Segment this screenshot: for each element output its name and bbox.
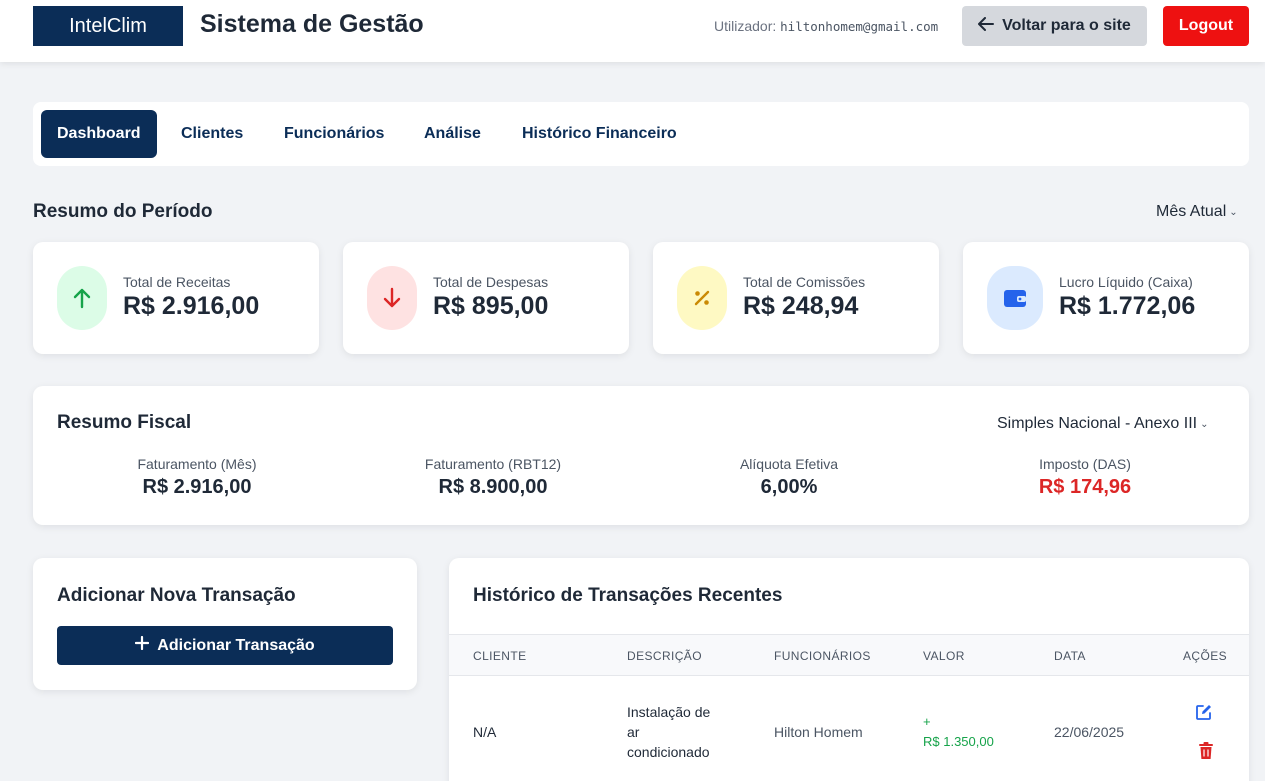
tab-analise[interactable]: Análise [408, 110, 497, 158]
fiscal-summary-title: Resumo Fiscal [57, 412, 192, 433]
fiscal-item: Faturamento (Mês) R$ 2.916,00 [57, 456, 337, 499]
wallet-icon [987, 266, 1043, 330]
arrow-left-icon [978, 16, 995, 36]
user-email: hiltonhomem@gmail.com [780, 19, 939, 34]
fiscal-item: Faturamento (RBT12) R$ 8.900,00 [353, 456, 633, 499]
fiscal-label: Imposto (DAS) [1039, 456, 1131, 472]
plus-icon [135, 635, 150, 655]
cell-cliente: N/A [473, 724, 497, 740]
fiscal-item: Alíquota Efetiva 6,00% [649, 456, 929, 499]
stat-value: R$ 1.772,06 [1059, 292, 1196, 320]
column-header-descricao: DESCRIÇÃO [627, 649, 702, 663]
cell-descricao: Instalação de ar condicionado [627, 702, 737, 762]
tax-regime-value: Simples Nacional - Anexo III [997, 415, 1198, 432]
user-info: Utilizador: hiltonhomem@gmail.com [714, 18, 938, 34]
app-title: Sistema de Gestão [200, 10, 424, 38]
fiscal-value: R$ 8.900,00 [438, 476, 548, 498]
period-summary-title: Resumo do Período [33, 201, 213, 222]
transaction-history-card: Histórico de Transações Recentes CLIENTE… [449, 558, 1249, 781]
fiscal-label: Faturamento (Mês) [137, 456, 257, 472]
column-header-valor: VALOR [923, 649, 965, 663]
fiscal-label: Faturamento (RBT12) [424, 456, 562, 472]
back-to-site-label: Voltar para o site [1002, 17, 1131, 34]
cell-valor: + R$ 1.350,00 [923, 712, 994, 752]
add-transaction-label: Adicionar Transação [157, 636, 315, 654]
cell-descricao-line: condicionado [627, 744, 710, 760]
cell-data: 22/06/2025 [1054, 724, 1125, 740]
arrow-down-icon [367, 266, 417, 330]
edit-icon[interactable] [1195, 703, 1213, 726]
fiscal-value-das: R$ 174,96 [1038, 476, 1132, 498]
column-header-data: DATA [1054, 649, 1086, 663]
delete-icon[interactable] [1198, 742, 1214, 765]
user-label: Utilizador: [714, 18, 777, 34]
column-header-funcionarios: FUNCIONÁRIOS [774, 649, 871, 663]
stat-label: Lucro Líquido (Caixa) [1059, 274, 1193, 290]
stat-label: Total de Receitas [123, 274, 231, 290]
column-header-cliente: CLIENTE [473, 649, 527, 663]
stat-card-lucro: Lucro Líquido (Caixa) R$ 1.772,06 [963, 242, 1249, 354]
tab-clientes[interactable]: Clientes [165, 110, 259, 158]
arrow-up-icon [57, 266, 107, 330]
cell-funcionarios: Hilton Homem [774, 724, 863, 740]
add-transaction-button[interactable]: Adicionar Transação [57, 626, 393, 665]
fiscal-label: Alíquota Efetiva [739, 456, 839, 472]
tab-dashboard[interactable]: Dashboard [41, 110, 157, 158]
fiscal-value: 6,00% [760, 476, 818, 498]
tab-funcionarios[interactable]: Funcionários [268, 110, 400, 158]
percent-icon [677, 266, 727, 330]
add-transaction-card: Adicionar Nova Transação Adicionar Trans… [33, 558, 417, 690]
fiscal-value: R$ 2.916,00 [142, 476, 252, 498]
period-select[interactable]: Mês Atual ⌄ [1156, 203, 1238, 221]
table-header: CLIENTE DESCRIÇÃO FUNCIONÁRIOS VALOR DAT… [449, 634, 1249, 676]
chevron-down-icon: ⌄ [1229, 206, 1238, 218]
logo[interactable]: IntelClim [33, 6, 183, 46]
stat-value: R$ 2.916,00 [123, 292, 260, 320]
stat-value: R$ 248,94 [743, 292, 859, 320]
logout-button[interactable]: Logout [1163, 6, 1249, 46]
fiscal-item: Imposto (DAS) R$ 174,96 [945, 456, 1225, 499]
chevron-down-icon: ⌄ [1200, 418, 1209, 430]
stat-label: Total de Despesas [433, 274, 549, 290]
column-header-acoes: AÇÕES [1183, 649, 1228, 663]
back-to-site-button[interactable]: Voltar para o site [962, 6, 1147, 46]
stat-value: R$ 895,00 [433, 292, 549, 320]
tab-historico-financeiro[interactable]: Histórico Financeiro [506, 110, 693, 158]
transaction-history-title: Histórico de Transações Recentes [473, 585, 783, 606]
add-transaction-title: Adicionar Nova Transação [57, 585, 296, 606]
main-tabs: Dashboard Clientes Funcionários Análise … [33, 102, 1249, 166]
fiscal-summary-card: Resumo Fiscal Simples Nacional - Anexo I… [33, 386, 1249, 525]
valor-amount: R$ 1.350,00 [923, 734, 994, 749]
cell-descricao-line: ar [627, 724, 640, 740]
period-select-value: Mês Atual [1156, 203, 1227, 220]
valor-sign: + [923, 714, 931, 729]
top-bar: IntelClim Sistema de Gestão Utilizador: … [0, 0, 1265, 62]
tax-regime-select[interactable]: Simples Nacional - Anexo III ⌄ [997, 415, 1208, 433]
stat-card-comissoes: Total de Comissões R$ 248,94 [653, 242, 939, 354]
stat-card-receitas: Total de Receitas R$ 2.916,00 [33, 242, 319, 354]
stat-label: Total de Comissões [743, 274, 866, 290]
cell-descricao-line: Instalação de [627, 704, 711, 720]
stat-card-despesas: Total de Despesas R$ 895,00 [343, 242, 629, 354]
